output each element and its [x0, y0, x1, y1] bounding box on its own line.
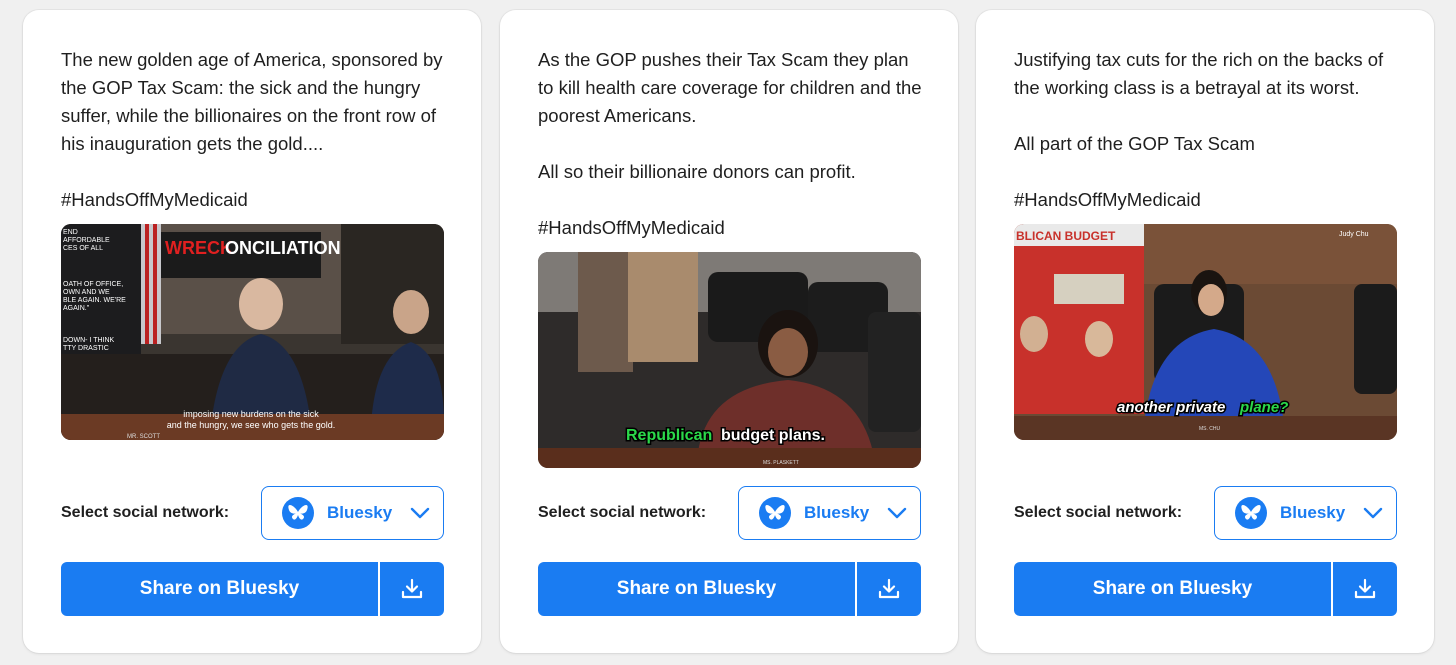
sign-text: ONCILIATION [225, 238, 341, 258]
select-network-label: Select social network: [61, 504, 230, 521]
svg-text:END: END [63, 229, 78, 236]
sign-text: WRECK [165, 238, 233, 258]
share-on-bluesky-button[interactable]: Share on Bluesky [1014, 562, 1331, 616]
video-caption: and the hungry, we see who gets the gold… [167, 420, 335, 430]
nameplate: MR. SCOTT [127, 434, 160, 440]
svg-text:OATH OF OFFICE,: OATH OF OFFICE, [63, 281, 123, 288]
svg-text:AGAIN.": AGAIN." [63, 305, 90, 312]
share-button-group: Share on Bluesky [538, 562, 921, 616]
selected-network: Bluesky [804, 503, 870, 522]
share-card: Justifying tax cuts for the rich on the … [976, 10, 1434, 653]
video-caption: another private [1117, 399, 1225, 416]
bluesky-butterfly-icon [759, 497, 791, 529]
share-button-group: Share on Bluesky [1014, 562, 1397, 616]
download-icon [401, 578, 423, 599]
bluesky-butterfly-icon [1235, 497, 1267, 529]
svg-text:DOWN- I THINK: DOWN- I THINK [63, 337, 115, 344]
watermark: Judy Chu [1339, 231, 1369, 238]
post-text: Justifying tax cuts for the rich on the … [1014, 46, 1404, 214]
network-dropdown[interactable]: Bluesky [738, 486, 921, 540]
post-paragraph: All so their billionaire donors can prof… [538, 161, 856, 182]
download-button[interactable] [857, 562, 921, 616]
post-hashtag: #HandsOffMyMedicaid [61, 189, 248, 210]
share-on-bluesky-button[interactable]: Share on Bluesky [538, 562, 855, 616]
post-paragraph: Justifying tax cuts for the rich on the … [1014, 49, 1384, 98]
post-paragraph: All part of the GOP Tax Scam [1014, 133, 1255, 154]
selected-network: Bluesky [1280, 503, 1346, 522]
nameplate: MS. PLASKETT [763, 460, 799, 466]
selected-network: Bluesky [327, 503, 393, 522]
svg-text:BLE AGAIN. WE'RE: BLE AGAIN. WE'RE [63, 297, 126, 304]
download-button[interactable] [380, 562, 444, 616]
post-hashtag: #HandsOffMyMedicaid [1014, 189, 1201, 210]
share-on-bluesky-button[interactable]: Share on Bluesky [61, 562, 378, 616]
post-text: As the GOP pushes their Tax Scam they pl… [538, 46, 928, 242]
video-thumbnail[interactable]: Republican budget plans. MS. PLASKETT [538, 252, 921, 468]
download-icon [1354, 578, 1376, 599]
bluesky-butterfly-icon [282, 497, 314, 529]
chevron-down-icon [887, 507, 907, 519]
network-select-row: Select social network: Bluesky [1014, 486, 1397, 542]
post-paragraph: The new golden age of America, sponsored… [61, 49, 443, 154]
share-card: As the GOP pushes their Tax Scam they pl… [500, 10, 958, 653]
post-paragraph: As the GOP pushes their Tax Scam they pl… [538, 49, 922, 126]
network-dropdown[interactable]: Bluesky [261, 486, 444, 540]
download-button[interactable] [1333, 562, 1397, 616]
share-card: The new golden age of America, sponsored… [23, 10, 481, 653]
share-button-group: Share on Bluesky [61, 562, 444, 616]
network-select-row: Select social network: Bluesky [61, 486, 444, 542]
svg-text:TTY DRASTIC: TTY DRASTIC [63, 345, 109, 352]
download-icon [878, 578, 900, 599]
nameplate: MS. CHU [1199, 426, 1221, 432]
video-caption: budget plans. [721, 427, 825, 444]
video-caption-highlight: Republican [626, 427, 712, 444]
post-text: The new golden age of America, sponsored… [61, 46, 451, 214]
chevron-down-icon [1363, 507, 1383, 519]
video-caption-highlight: plane? [1239, 399, 1288, 416]
share-cards-row: The new golden age of America, sponsored… [0, 0, 1456, 665]
chevron-down-icon [410, 507, 430, 519]
video-caption: imposing new burdens on the sick [183, 409, 319, 419]
network-dropdown[interactable]: Bluesky [1214, 486, 1397, 540]
post-hashtag: #HandsOffMyMedicaid [538, 217, 725, 238]
video-thumbnail[interactable]: BLICAN BUDGET Judy Chu another private p… [1014, 224, 1397, 440]
svg-text:CES OF ALL: CES OF ALL [63, 245, 103, 252]
video-thumbnail[interactable]: WRECK ONCILIATION END AFFORDABLE CES OF … [61, 224, 444, 440]
svg-text:AFFORDABLE: AFFORDABLE [63, 237, 110, 244]
network-select-row: Select social network: Bluesky [538, 486, 921, 542]
select-network-label: Select social network: [538, 504, 707, 521]
select-network-label: Select social network: [1014, 504, 1183, 521]
svg-text:OWN AND WE: OWN AND WE [63, 289, 110, 296]
poster-text: BLICAN BUDGET [1016, 229, 1116, 243]
